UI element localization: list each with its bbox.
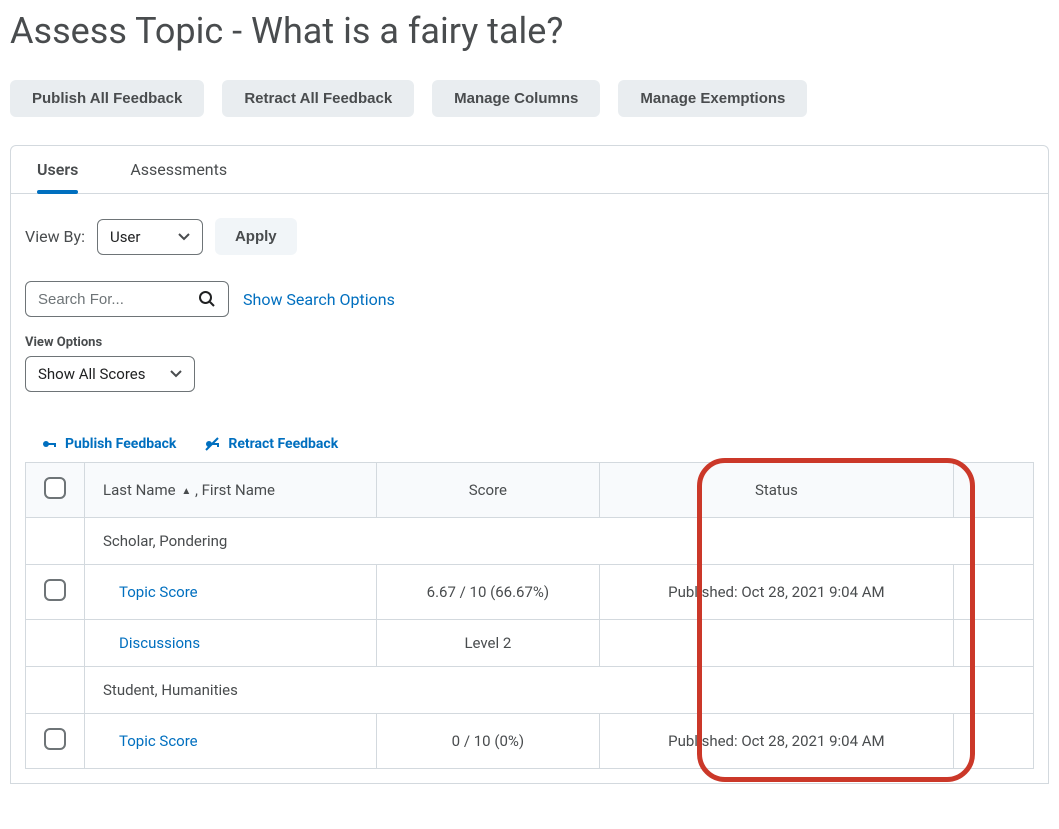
row-checkbox[interactable]	[44, 579, 66, 601]
user-name-cell: Scholar, Pondering	[85, 518, 1034, 565]
view-by-label: View By:	[25, 227, 85, 246]
header-checkbox-cell	[26, 463, 85, 518]
search-row: Show Search Options	[25, 281, 1034, 317]
user-name-cell: Student, Humanities	[85, 667, 1034, 714]
score-cell: Level 2	[376, 620, 599, 667]
retract-feedback-link[interactable]: Retract Feedback	[204, 436, 338, 452]
select-all-checkbox[interactable]	[44, 477, 66, 499]
publish-feedback-label: Publish Feedback	[65, 436, 176, 452]
header-name-suffix: , First Name	[195, 481, 275, 499]
key-icon	[41, 436, 57, 452]
view-options-select[interactable]: Show All Scores	[25, 356, 195, 392]
table-row: Student, Humanities	[26, 667, 1034, 714]
score-cell: 6.67 / 10 (66.67%)	[376, 565, 599, 620]
table-row: Topic Score 6.67 / 10 (66.67%) Published…	[26, 565, 1034, 620]
table-row: Scholar, Pondering	[26, 518, 1034, 565]
topic-score-link[interactable]: Topic Score	[119, 583, 198, 601]
action-button-bar: Publish All Feedback Retract All Feedbac…	[10, 80, 1049, 117]
header-name[interactable]: Last Name ▲ , First Name	[85, 463, 377, 518]
key-slash-icon	[204, 436, 220, 452]
score-cell: 0 / 10 (0%)	[376, 714, 599, 769]
tabs-container: Users Assessments View By: User Apply Sh…	[10, 145, 1049, 784]
tab-users[interactable]: Users	[11, 146, 104, 193]
chevron-down-icon	[170, 370, 182, 378]
discussions-link[interactable]: Discussions	[119, 634, 200, 652]
tabs-bar: Users Assessments	[11, 146, 1048, 194]
search-input[interactable]	[38, 291, 198, 308]
manage-exemptions-button[interactable]: Manage Exemptions	[618, 80, 807, 117]
status-cell: Published: Oct 28, 2021 9:04 AM	[599, 714, 953, 769]
topic-score-link[interactable]: Topic Score	[119, 732, 198, 750]
view-options-label: View Options	[25, 335, 1034, 350]
search-box	[25, 281, 229, 317]
feedback-actions: Publish Feedback Retract Feedback	[25, 436, 1034, 452]
apply-button[interactable]: Apply	[215, 218, 297, 255]
header-status[interactable]: Status	[599, 463, 953, 518]
view-by-row: View By: User Apply	[25, 218, 1034, 255]
retract-feedback-label: Retract Feedback	[228, 436, 338, 452]
tab-assessments[interactable]: Assessments	[104, 146, 253, 193]
view-by-select[interactable]: User	[97, 219, 203, 255]
publish-all-feedback-button[interactable]: Publish All Feedback	[10, 80, 204, 117]
table-row: Discussions Level 2	[26, 620, 1034, 667]
status-cell: Published: Oct 28, 2021 9:04 AM	[599, 565, 953, 620]
chevron-down-icon	[178, 233, 190, 241]
assessment-table-wrap: Last Name ▲ , First Name Score Status Sc…	[25, 462, 1034, 769]
header-empty	[954, 463, 1034, 518]
manage-columns-button[interactable]: Manage Columns	[432, 80, 600, 117]
page-title: Assess Topic - What is a fairy tale?	[10, 10, 1049, 52]
header-score[interactable]: Score	[376, 463, 599, 518]
tab-body: View By: User Apply Show Search Options …	[11, 194, 1048, 783]
retract-all-feedback-button[interactable]: Retract All Feedback	[222, 80, 414, 117]
publish-feedback-link[interactable]: Publish Feedback	[41, 436, 176, 452]
view-options-selected: Show All Scores	[38, 365, 145, 383]
status-cell	[599, 620, 953, 667]
view-by-selected: User	[110, 228, 141, 246]
header-name-label: Last Name	[103, 481, 176, 499]
sort-asc-icon: ▲	[181, 486, 191, 497]
search-icon[interactable]	[198, 290, 216, 308]
row-checkbox[interactable]	[44, 728, 66, 750]
assessment-table: Last Name ▲ , First Name Score Status Sc…	[25, 462, 1034, 769]
show-search-options-link[interactable]: Show Search Options	[243, 290, 395, 309]
table-row: Topic Score 0 / 10 (0%) Published: Oct 2…	[26, 714, 1034, 769]
